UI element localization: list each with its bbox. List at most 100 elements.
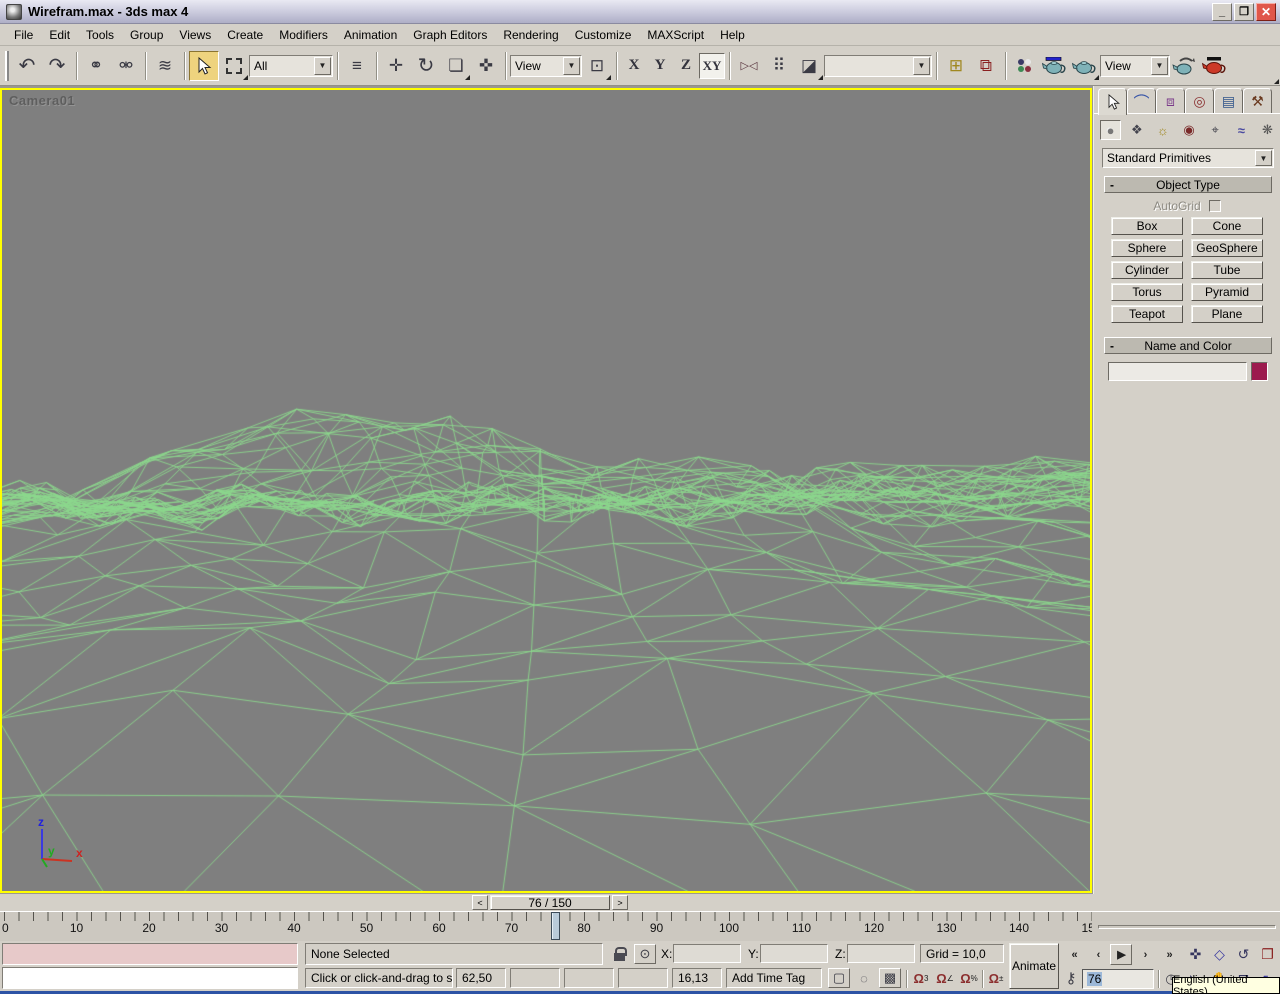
object-type-rollout-header[interactable]: - Object Type: [1104, 176, 1272, 193]
category-lights[interactable]: ☼: [1152, 120, 1173, 140]
time-slider-handle[interactable]: [551, 912, 560, 940]
object-type-teapot-button[interactable]: Teapot: [1111, 305, 1183, 323]
category-helpers[interactable]: ⌖: [1205, 120, 1226, 140]
quick-render-type-icon[interactable]: [1070, 51, 1100, 81]
render-type-combo[interactable]: View ▼: [1100, 54, 1170, 77]
undo-icon[interactable]: ↶: [12, 51, 42, 81]
dotted-display-icon[interactable]: ◌: [853, 968, 875, 988]
geometry-category-combo[interactable]: Standard Primitives ▼: [1102, 148, 1274, 168]
play-button[interactable]: ▶: [1110, 944, 1132, 965]
combo-arrow-icon[interactable]: ▼: [913, 56, 930, 75]
toolbar-grip[interactable]: [5, 50, 9, 81]
menu-edit[interactable]: Edit: [41, 25, 78, 45]
material-editor-icon[interactable]: [1010, 51, 1040, 81]
render-scene-icon[interactable]: [1040, 51, 1070, 81]
key-mode-toggle-icon[interactable]: ⚷: [1060, 968, 1082, 988]
reference-coordinate-combo[interactable]: View ▼: [510, 54, 582, 77]
camera-viewport[interactable]: Camera01 z x y: [0, 88, 1092, 893]
minimize-button[interactable]: _: [1212, 2, 1232, 21]
category-systems[interactable]: ❋: [1257, 120, 1278, 140]
zoom-icon[interactable]: ✜: [1184, 943, 1207, 965]
unlink-selection-icon[interactable]: ⚮: [111, 51, 141, 81]
bind-to-space-warp-icon[interactable]: ≋: [150, 51, 180, 81]
select-and-link-icon[interactable]: ⚭: [81, 51, 111, 81]
select-and-manipulate-icon[interactable]: ✜: [471, 51, 501, 81]
current-frame-field[interactable]: 76: [1082, 969, 1154, 989]
maxscript-listener-white[interactable]: [2, 967, 298, 989]
object-name-input[interactable]: [1108, 362, 1247, 381]
time-slider-value[interactable]: 76 / 150: [490, 895, 610, 910]
select-and-scale-icon[interactable]: ❏: [441, 51, 471, 81]
menu-graph-editors[interactable]: Graph Editors: [405, 25, 495, 45]
menu-group[interactable]: Group: [122, 25, 171, 45]
restrict-z-button[interactable]: Z: [673, 53, 699, 79]
x-coord-input[interactable]: [673, 944, 741, 963]
mirror-icon[interactable]: ▷◁: [734, 51, 764, 81]
menu-file[interactable]: File: [6, 25, 41, 45]
object-type-box-button[interactable]: Box: [1111, 217, 1183, 235]
combo-arrow-icon[interactable]: ▼: [314, 56, 331, 75]
use-pivot-point-icon[interactable]: ⊡: [582, 51, 612, 81]
object-type-sphere-button[interactable]: Sphere: [1111, 239, 1183, 257]
angle-snap-icon[interactable]: Ω ∠: [934, 968, 956, 988]
arc-rotate-icon[interactable]: ↺: [1232, 943, 1255, 965]
name-color-rollout-header[interactable]: - Name and Color: [1104, 337, 1272, 354]
named-selection-combo[interactable]: ▼: [824, 54, 932, 77]
select-object-button[interactable]: [189, 50, 219, 81]
object-type-tube-button[interactable]: Tube: [1191, 261, 1263, 279]
select-and-move-icon[interactable]: ✛: [381, 51, 411, 81]
crossing-mode-icon[interactable]: ▩: [879, 968, 901, 988]
zoom-extents-icon[interactable]: ◇: [1208, 943, 1231, 965]
tab-modify[interactable]: ⌒: [1127, 88, 1156, 113]
z-coord-input[interactable]: [847, 944, 915, 963]
selection-region-icon[interactable]: [219, 51, 249, 81]
menu-create[interactable]: Create: [219, 25, 271, 45]
menu-views[interactable]: Views: [171, 25, 219, 45]
y-coord-input[interactable]: [760, 944, 828, 963]
tab-hierarchy[interactable]: ⧈: [1156, 88, 1185, 113]
spinner-snap-icon[interactable]: Ω ±: [985, 968, 1007, 988]
object-type-cone-button[interactable]: Cone: [1191, 217, 1263, 235]
align-icon[interactable]: ◪: [794, 51, 824, 81]
object-type-torus-button[interactable]: Torus: [1111, 283, 1183, 301]
percent-snap-icon[interactable]: Ω%: [958, 968, 980, 988]
menu-help[interactable]: Help: [712, 25, 753, 45]
category-geometry[interactable]: ●: [1100, 120, 1122, 140]
add-time-tag-field[interactable]: Add Time Tag: [726, 968, 822, 988]
menu-maxscript[interactable]: MAXScript: [639, 25, 712, 45]
menu-rendering[interactable]: Rendering: [495, 25, 566, 45]
tab-display[interactable]: ▤: [1214, 88, 1243, 113]
menu-customize[interactable]: Customize: [567, 25, 640, 45]
quick-render-icon[interactable]: [1200, 51, 1230, 81]
wireframe-terrain-canvas[interactable]: [2, 90, 1090, 891]
restrict-xy-plane-button[interactable]: XY: [699, 52, 725, 79]
select-by-name-icon[interactable]: ≡: [342, 51, 372, 81]
go-to-end-button[interactable]: »: [1158, 944, 1180, 965]
tab-utilities[interactable]: ⚒: [1243, 88, 1272, 113]
viewport-label[interactable]: Camera01: [9, 93, 75, 108]
menu-modifiers[interactable]: Modifiers: [271, 25, 336, 45]
restrict-x-button[interactable]: X: [621, 53, 647, 79]
previous-frame-button[interactable]: ‹: [1087, 944, 1109, 965]
restore-button[interactable]: ❐: [1234, 2, 1254, 21]
object-type-geosphere-button[interactable]: GeoSphere: [1191, 239, 1263, 257]
render-last-icon[interactable]: [1170, 51, 1200, 81]
array-icon[interactable]: ⠿: [764, 51, 794, 81]
category-space-warps[interactable]: ≈: [1231, 120, 1252, 140]
autogrid-checkbox[interactable]: [1208, 200, 1221, 212]
combo-arrow-icon[interactable]: ▼: [563, 56, 580, 75]
selection-filter-combo[interactable]: All ▼: [249, 54, 333, 77]
go-to-start-button[interactable]: «: [1063, 944, 1085, 965]
restrict-y-button[interactable]: Y: [647, 53, 673, 79]
menu-tools[interactable]: Tools: [78, 25, 122, 45]
select-and-rotate-icon[interactable]: ↻: [411, 51, 441, 81]
category-cameras[interactable]: ◉: [1178, 120, 1199, 140]
object-color-swatch[interactable]: [1251, 362, 1268, 381]
snap-3d-icon[interactable]: Ω3: [910, 968, 932, 988]
category-shapes[interactable]: ❖: [1126, 120, 1147, 140]
combo-arrow-icon[interactable]: ▼: [1151, 56, 1168, 75]
menu-animation[interactable]: Animation: [336, 25, 405, 45]
object-type-pyramid-button[interactable]: Pyramid: [1191, 283, 1263, 301]
selection-lock-icon[interactable]: [608, 944, 630, 964]
tab-create[interactable]: [1098, 88, 1127, 115]
